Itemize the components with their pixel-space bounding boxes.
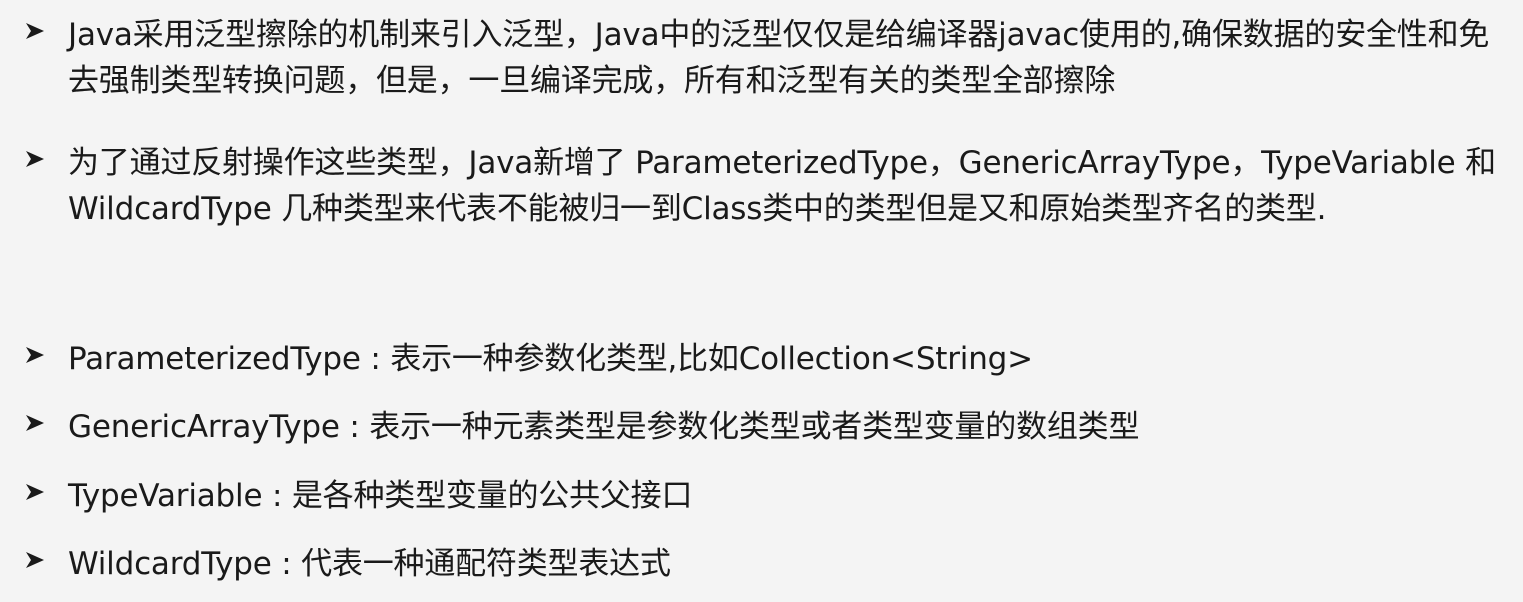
bullet-item: WildcardType : 代表一种通配符类型表达式 — [24, 541, 671, 587]
bullet-item: ParameterizedType : 表示一种参数化类型,比如Collecti… — [24, 336, 1033, 382]
bullet-item: GenericArrayType : 表示一种元素类型是参数化类型或者类型变量的… — [24, 404, 1139, 450]
arrowhead-bullet-icon — [24, 140, 52, 180]
slide-content: Java采用泛型擦除的机制来引入泛型，Java中的泛型仅仅是给编译器javac使… — [0, 0, 1523, 602]
arrowhead-bullet-icon — [24, 404, 52, 444]
arrowhead-bullet-icon — [24, 12, 52, 52]
bullet-text: 为了通过反射操作这些类型，Java新增了 ParameterizedType，G… — [68, 145, 1496, 227]
bullet-text: ParameterizedType : 表示一种参数化类型,比如Collecti… — [68, 341, 1033, 377]
bullet-text: TypeVariable : 是各种类型变量的公共父接口 — [68, 478, 693, 514]
arrowhead-bullet-icon — [24, 541, 52, 581]
bullet-text: GenericArrayType : 表示一种元素类型是参数化类型或者类型变量的… — [68, 409, 1140, 445]
bullet-text: Java采用泛型擦除的机制来引入泛型，Java中的泛型仅仅是给编译器javac使… — [68, 17, 1490, 99]
bullet-item: Java采用泛型擦除的机制来引入泛型，Java中的泛型仅仅是给编译器javac使… — [24, 12, 1498, 104]
bullet-item: 为了通过反射操作这些类型，Java新增了 ParameterizedType，G… — [24, 140, 1498, 232]
arrowhead-bullet-icon — [24, 473, 52, 513]
bullet-text: WildcardType : 代表一种通配符类型表达式 — [68, 546, 671, 582]
bullet-item: TypeVariable : 是各种类型变量的公共父接口 — [24, 473, 692, 519]
arrowhead-bullet-icon — [24, 336, 52, 376]
